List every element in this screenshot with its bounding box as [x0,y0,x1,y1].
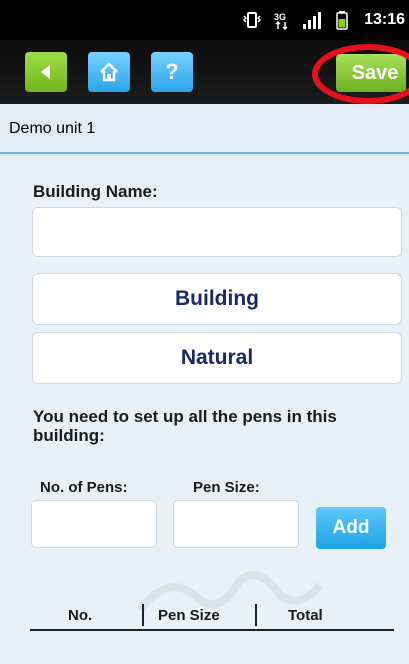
table-header-underline [30,629,394,631]
status-bar: 3G 13:16 [0,0,409,40]
status-icons: 3G 13:16 [242,0,409,40]
clock-time: 13:16 [364,11,405,28]
help-question-icon: ? [165,59,179,84]
building-button[interactable]: Building [32,273,402,325]
back-arrow-icon [41,65,50,79]
home-button[interactable] [88,52,130,92]
column-separator [255,604,257,626]
vibrate-icon [243,12,262,28]
pens-count-label: No. of Pens: [40,479,128,496]
signal-icon [303,12,322,29]
building-name-input[interactable] [32,207,402,257]
column-separator [142,604,144,626]
unit-header: Demo unit 1 [0,104,409,154]
column-header-total: Total [288,607,323,624]
svg-text:3G: 3G [274,12,286,22]
pens-instructions: You need to set up all the pens in this … [33,407,337,445]
natural-button[interactable]: Natural [32,332,402,384]
building-name-label: Building Name: [33,182,158,201]
help-button[interactable]: ? [151,52,193,92]
pens-count-input[interactable] [31,500,157,548]
column-header-no: No. [68,607,93,624]
pen-size-input[interactable] [173,500,299,548]
home-icon [100,62,118,82]
save-button[interactable]: Save [336,54,406,92]
pen-size-label: Pen Size: [193,479,260,496]
back-button[interactable] [25,52,67,92]
toolbar: ? Save [0,40,409,104]
battery-icon [336,11,348,30]
column-header-pen-size: Pen Size [158,607,220,624]
add-button[interactable]: Add [316,507,386,549]
page-title: Demo unit 1 [9,120,96,137]
network-3g-icon: 3G [274,12,288,30]
